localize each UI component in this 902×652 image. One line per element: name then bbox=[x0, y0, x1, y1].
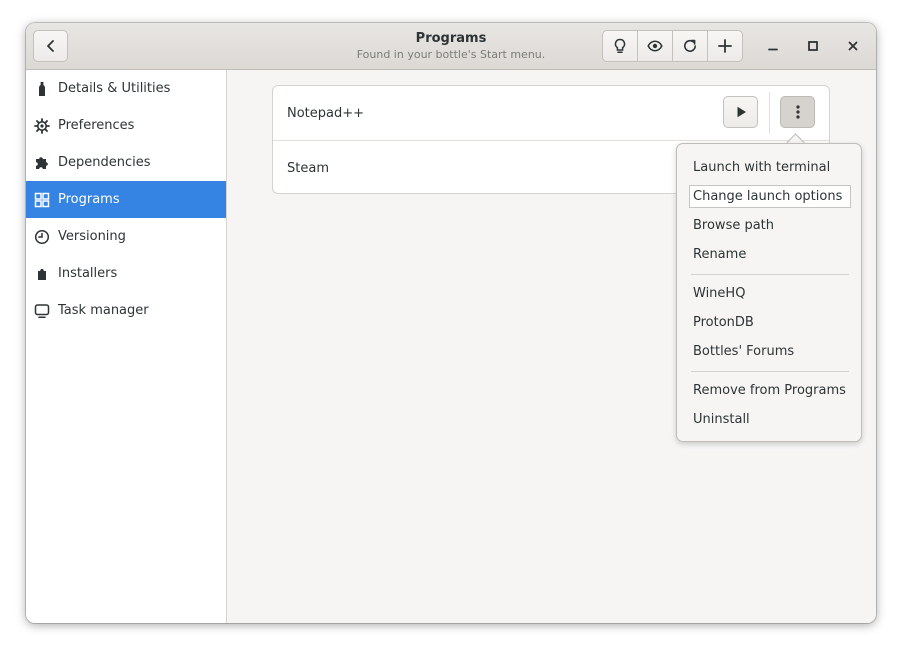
program-row-notepadpp[interactable]: Notepad++ bbox=[273, 86, 829, 140]
menu-separator bbox=[691, 371, 849, 372]
puzzle-icon bbox=[26, 155, 58, 171]
lightbulb-icon bbox=[614, 38, 626, 54]
menu-item-change-launch-options[interactable]: Change launch options bbox=[689, 185, 851, 208]
bottle-icon bbox=[26, 81, 58, 97]
gear-icon bbox=[26, 117, 58, 134]
menu-item-rename[interactable]: Rename bbox=[689, 243, 851, 266]
sidebar-item-label: Preferences bbox=[58, 118, 135, 133]
clock-icon bbox=[26, 229, 58, 245]
close-icon bbox=[848, 41, 858, 51]
add-program-button[interactable] bbox=[708, 31, 742, 61]
toolbar-group bbox=[602, 30, 743, 62]
minimize-button[interactable] bbox=[762, 35, 784, 57]
sidebar-item-label: Task manager bbox=[58, 303, 149, 318]
sidebar-item-preferences[interactable]: Preferences bbox=[26, 107, 226, 144]
menu-item-uninstall[interactable]: Uninstall bbox=[689, 408, 851, 431]
bottles-window: Programs Found in your bottle's Start me… bbox=[26, 23, 876, 623]
refresh-icon bbox=[684, 39, 696, 52]
program-name: Steam bbox=[287, 160, 329, 176]
sidebar-item-versioning[interactable]: Versioning bbox=[26, 218, 226, 255]
play-icon bbox=[737, 106, 746, 118]
back-button[interactable] bbox=[33, 30, 68, 62]
kebab-menu-icon bbox=[795, 105, 800, 119]
sidebar-item-label: Versioning bbox=[58, 229, 126, 244]
menu-item-bottles-forums[interactable]: Bottles' Forums bbox=[689, 340, 851, 363]
sidebar-item-dependencies[interactable]: Dependencies bbox=[26, 144, 226, 181]
title-area: Programs Found in your bottle's Start me… bbox=[276, 30, 626, 62]
grid-icon bbox=[26, 192, 58, 208]
program-menu-button[interactable] bbox=[780, 96, 815, 128]
run-program-button[interactable] bbox=[723, 96, 758, 128]
show-hidden-button[interactable] bbox=[638, 31, 673, 61]
sidebar-item-label: Details & Utilities bbox=[58, 81, 171, 96]
menu-item-launch-with-terminal[interactable]: Launch with terminal bbox=[689, 156, 851, 179]
menu-item-protondb[interactable]: ProtonDB bbox=[689, 311, 851, 334]
menu-item-remove-from-programs[interactable]: Remove from Programs bbox=[689, 379, 851, 402]
eye-icon bbox=[647, 40, 663, 52]
maximize-icon bbox=[808, 41, 818, 51]
sidebar-item-installers[interactable]: Installers bbox=[26, 255, 226, 292]
sidebar-item-label: Programs bbox=[58, 192, 120, 207]
close-button[interactable] bbox=[842, 35, 864, 57]
sidebar-item-programs[interactable]: Programs bbox=[26, 181, 226, 218]
sidebar-item-task-manager[interactable]: Task manager bbox=[26, 292, 226, 329]
sidebar-item-label: Installers bbox=[58, 266, 118, 281]
chevron-left-icon bbox=[46, 40, 54, 52]
program-name: Notepad++ bbox=[287, 105, 365, 121]
program-options-popover: Launch with terminal Change launch optio… bbox=[676, 143, 862, 442]
page-title: Programs bbox=[415, 31, 487, 46]
menu-item-browse-path[interactable]: Browse path bbox=[689, 214, 851, 237]
monitor-icon bbox=[26, 303, 58, 319]
sidebar-item-label: Dependencies bbox=[58, 155, 151, 170]
tips-button[interactable] bbox=[603, 31, 638, 61]
refresh-button[interactable] bbox=[673, 31, 708, 61]
row-divider bbox=[769, 92, 770, 134]
page-subtitle: Found in your bottle's Start menu. bbox=[356, 48, 546, 61]
menu-separator bbox=[691, 274, 849, 275]
header-bar: Programs Found in your bottle's Start me… bbox=[26, 23, 876, 70]
minimize-icon bbox=[768, 48, 778, 51]
sidebar-item-details[interactable]: Details & Utilities bbox=[26, 70, 226, 107]
maximize-button[interactable] bbox=[802, 35, 824, 57]
sidebar: Details & Utilities Preferences Dependen… bbox=[26, 70, 227, 623]
package-icon bbox=[26, 266, 58, 282]
menu-item-winehq[interactable]: WineHQ bbox=[689, 282, 851, 305]
plus-icon bbox=[718, 39, 732, 53]
